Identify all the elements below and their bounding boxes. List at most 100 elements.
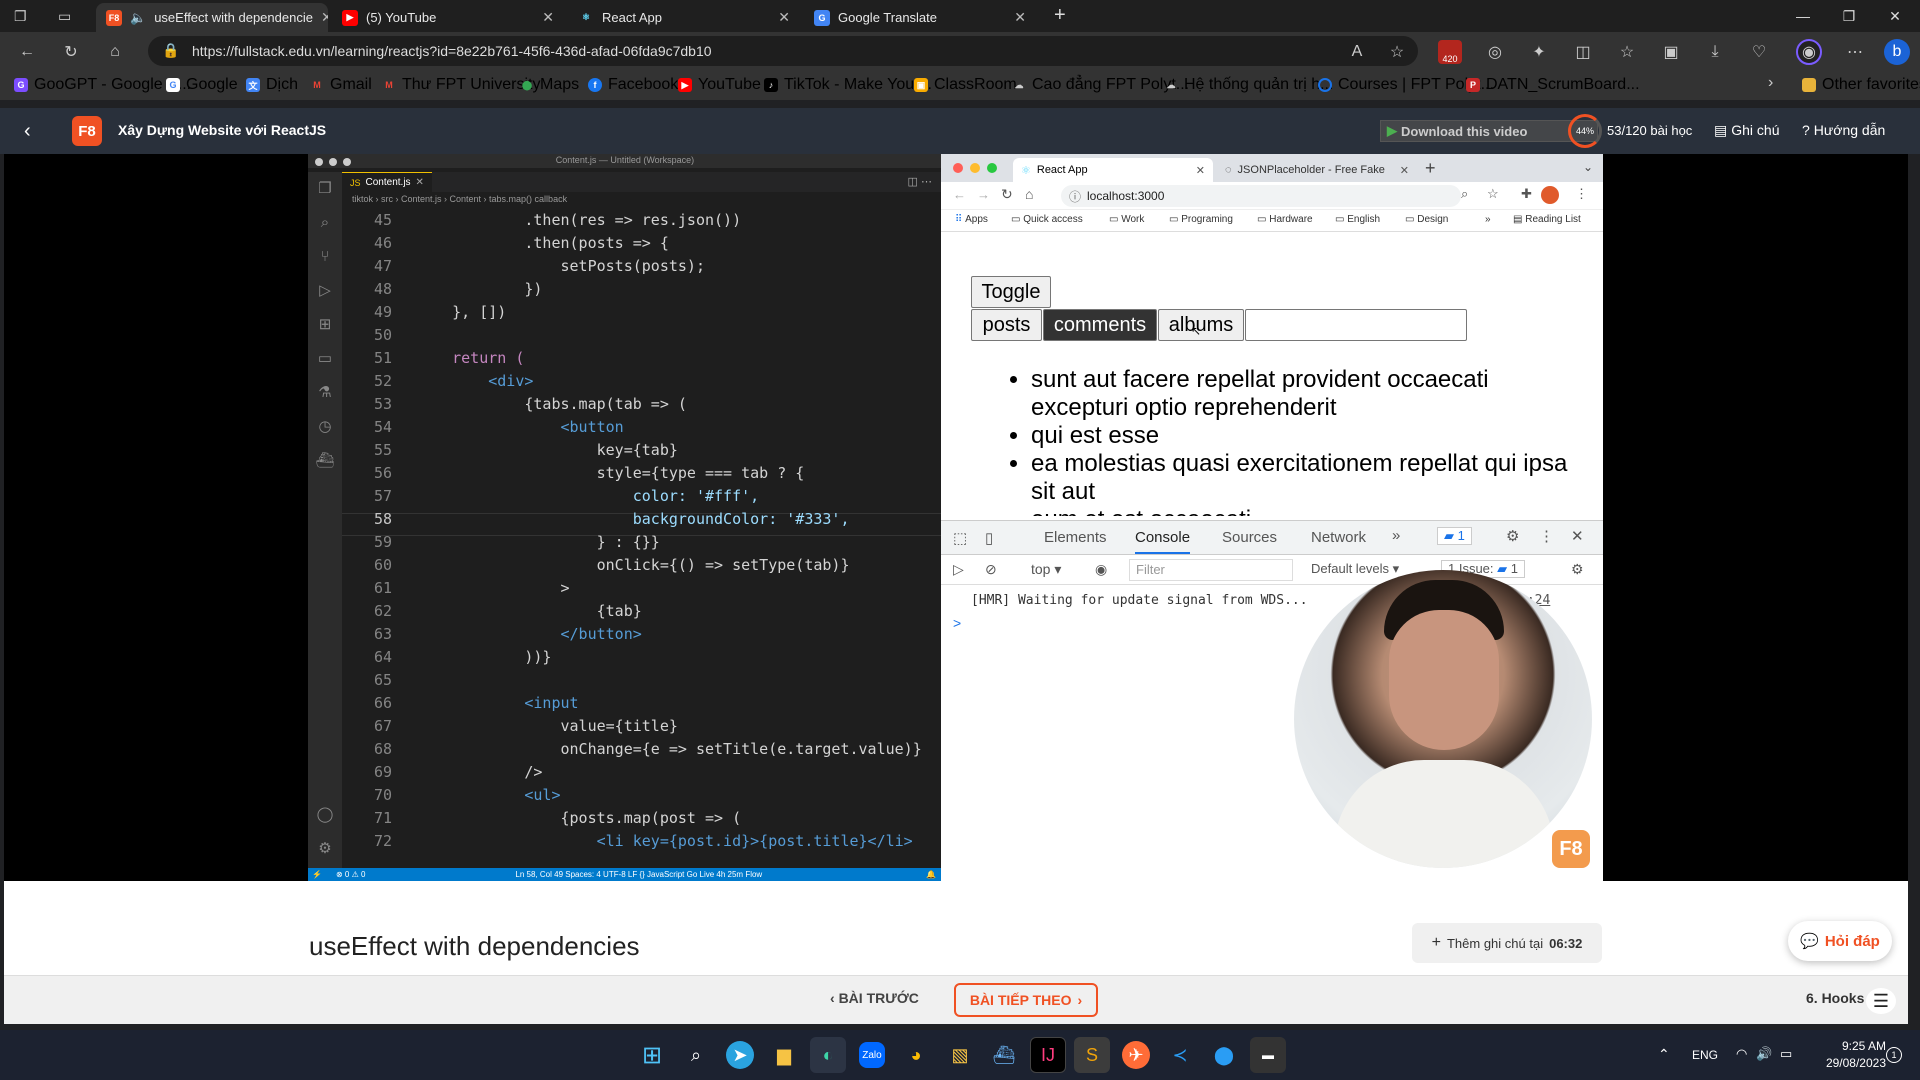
back-icon[interactable]: ←	[953, 187, 966, 202]
console-settings-gear-icon[interactable]: ⚙	[1571, 561, 1584, 578]
bookmark-maps[interactable]: ⬤ Maps	[520, 76, 579, 94]
code-line[interactable]: 48 })	[342, 277, 543, 300]
testing-icon[interactable]: ⚗	[308, 376, 342, 410]
chrome-icon[interactable]: ◕	[898, 1037, 934, 1073]
extensions-icon[interactable]: ⊞	[308, 308, 342, 342]
back-icon[interactable]: ←	[14, 39, 40, 65]
close-devtools-icon[interactable]: ✕	[1571, 527, 1584, 545]
close-tab-icon[interactable]: ✕	[1400, 164, 1409, 177]
search-icon[interactable]: ⌕	[678, 1037, 714, 1073]
maximize-dot[interactable]	[987, 163, 997, 173]
code-line[interactable]: 63 </button>	[342, 622, 642, 645]
devtools-tab-network[interactable]: Network	[1311, 529, 1366, 546]
speaker-icon[interactable]: 🔈	[130, 10, 146, 26]
minimize-button[interactable]: —	[1780, 0, 1826, 32]
back-chevron-icon[interactable]: ‹	[24, 120, 31, 143]
bookmark-he-thong[interactable]: ☁ Hệ thống quản trị h...	[1164, 76, 1334, 94]
close-tab-icon[interactable]: ✕	[542, 9, 554, 26]
tab-react-app[interactable]: ⚛ React App ✕	[568, 3, 800, 32]
file-explorer-icon[interactable]: ▆	[766, 1037, 802, 1073]
remote-explorer-icon[interactable]: ▭	[308, 342, 342, 376]
minimize-dot[interactable]	[970, 163, 980, 173]
code-line[interactable]: 67 value={title}	[342, 714, 678, 737]
toggle-button[interactable]: Toggle	[971, 276, 1051, 308]
downloads-icon[interactable]: ⤓	[1702, 39, 1728, 65]
bookmark-hardware[interactable]: ▭ Hardware	[1257, 214, 1313, 225]
close-tab-icon[interactable]: ✕	[321, 9, 328, 26]
notifications-bell-icon[interactable]: 🔔	[926, 870, 936, 879]
devtools-tab-console[interactable]: Console	[1135, 529, 1191, 554]
reload-icon[interactable]: ↻	[58, 39, 84, 65]
bookmark-dich[interactable]: 文 Dịch	[246, 76, 298, 94]
telegram-icon[interactable]: ➤	[726, 1041, 754, 1069]
notes-button[interactable]: ▤ Ghi chú	[1714, 122, 1779, 139]
tab-button-posts[interactable]: posts	[971, 309, 1042, 341]
settings-gear-icon[interactable]: ⚙	[1506, 527, 1519, 545]
guide-button[interactable]: ? Hướng dẫn	[1802, 122, 1885, 138]
bookmark-english[interactable]: ▭ English	[1335, 214, 1380, 225]
mini-tab-react-app[interactable]: ⚛ React App ✕	[1013, 158, 1213, 182]
profile-avatar[interactable]	[1541, 186, 1559, 204]
messages-badge[interactable]: ▰ 1	[1437, 527, 1472, 545]
devtools-tab-elements[interactable]: Elements	[1044, 529, 1107, 546]
code-line[interactable]: 55 key={tab}	[342, 438, 678, 461]
docker-icon[interactable]: ⛴	[986, 1037, 1022, 1073]
code-line[interactable]: 59 } : {}}	[342, 530, 660, 553]
next-lesson-button[interactable]: BÀI TIẾP THEO ›	[954, 983, 1098, 1017]
code-line[interactable]: 45 .then(res => res.json())	[342, 208, 741, 231]
add-note-button[interactable]: + Thêm ghi chú tại 06:32	[1412, 923, 1602, 963]
source-control-icon[interactable]: ⑂	[308, 240, 342, 274]
close-tab-icon[interactable]: ✕	[1014, 9, 1026, 26]
code-line[interactable]: 60 onClick={() => setType(tab)}	[342, 553, 850, 576]
code-line[interactable]: 70 <ul>	[342, 783, 561, 806]
accounts-icon[interactable]: ◯	[308, 798, 342, 832]
title-input[interactable]	[1245, 309, 1467, 341]
favorite-star-icon[interactable]: ☆	[1384, 39, 1410, 65]
docker-icon[interactable]: ⛴	[308, 444, 342, 478]
bookmark-datn[interactable]: P DATN_ScrumBoard...	[1466, 76, 1640, 94]
code-line[interactable]: 72 <li key={post.id}>{post.title}</li>	[342, 829, 913, 852]
lock-icon[interactable]: 🔒	[162, 42, 179, 59]
forward-icon[interactable]: →	[977, 187, 990, 202]
bookmark-gmail[interactable]: M Gmail	[310, 76, 372, 94]
bookmarks-overflow-icon[interactable]: »	[1485, 214, 1491, 225]
battery-icon[interactable]: ▭	[1780, 1046, 1792, 1062]
hamburger-menu-icon[interactable]: ☰	[1866, 988, 1896, 1014]
home-icon[interactable]: ⌂	[1025, 186, 1033, 202]
edge-browser-icon[interactable]: ◐	[810, 1037, 846, 1073]
extension-icon[interactable]: ◎	[1482, 39, 1508, 65]
console-prompt[interactable]: >	[953, 615, 961, 631]
live-expression-eye-icon[interactable]: ◉	[1095, 561, 1107, 578]
mini-address-bar[interactable]: ⓘ localhost:3000	[1061, 185, 1461, 207]
tray-overflow-icon[interactable]: ⌃	[1658, 1046, 1670, 1063]
close-tab-icon[interactable]: ✕	[778, 9, 790, 26]
code-line[interactable]: 61 >	[342, 576, 570, 599]
bookmark-googpt[interactable]: G GooGPT - Google S...	[14, 76, 191, 94]
language-indicator[interactable]: ENG	[1692, 1048, 1718, 1062]
split-editor-icon[interactable]: ◫ ⋯	[908, 175, 932, 188]
editor-tab-content-js[interactable]: JS Content.js ✕	[342, 172, 432, 192]
wifi-icon[interactable]: ◠	[1736, 1046, 1747, 1062]
clear-console-icon[interactable]: ⊘	[985, 561, 997, 578]
qa-help-button[interactable]: 💬 Hỏi đáp	[1788, 921, 1892, 961]
more-menu-icon[interactable]: ⋮	[1575, 186, 1588, 202]
sticky-notes-icon[interactable]: ▧	[942, 1037, 978, 1073]
bookmark-design[interactable]: ▭ Design	[1405, 214, 1448, 225]
remote-icon[interactable]: ⚡	[312, 870, 322, 879]
bookmark-star-icon[interactable]: ☆	[1487, 186, 1499, 202]
bookmark-facebook[interactable]: f Facebook	[588, 76, 678, 94]
performance-icon[interactable]: ♡	[1746, 39, 1772, 65]
prev-lesson-button[interactable]: ‹ BÀI TRƯỚC	[830, 990, 919, 1006]
bookmark-work[interactable]: ▭ Work	[1109, 214, 1144, 225]
close-dot[interactable]	[953, 163, 963, 173]
devtools-tab-sources[interactable]: Sources	[1222, 529, 1277, 546]
code-line[interactable]: 49 }, [])	[342, 300, 506, 323]
bookmark-google[interactable]: G Google	[166, 76, 238, 94]
reading-list[interactable]: ▤ Reading List	[1513, 214, 1581, 225]
inspect-element-icon[interactable]: ⬚	[953, 529, 967, 547]
code-line[interactable]: 62 {tab}	[342, 599, 642, 622]
maps-pin-icon[interactable]: ⬤	[1206, 1037, 1242, 1073]
download-video-button[interactable]: ▶ Download this video	[1380, 120, 1598, 142]
code-editor[interactable]: 45 .then(res => res.json()) 46 .then(post…	[342, 208, 942, 854]
explorer-icon[interactable]: ❐	[308, 172, 342, 206]
